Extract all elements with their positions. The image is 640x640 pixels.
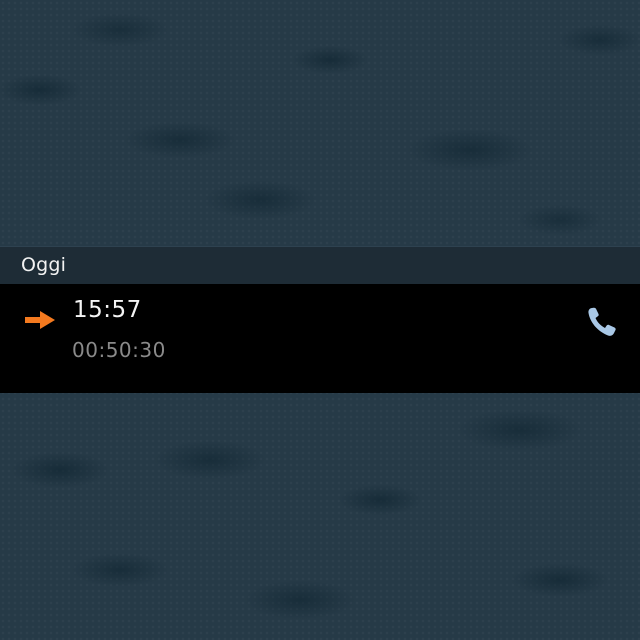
phone-handset-icon[interactable] [582, 302, 622, 342]
call-time: 15:57 [73, 297, 142, 323]
outgoing-arrow-icon [25, 311, 55, 329]
call-duration: 00:50:30 [72, 338, 166, 362]
section-header-label: Oggi [21, 254, 67, 276]
section-header: Oggi [0, 246, 640, 284]
